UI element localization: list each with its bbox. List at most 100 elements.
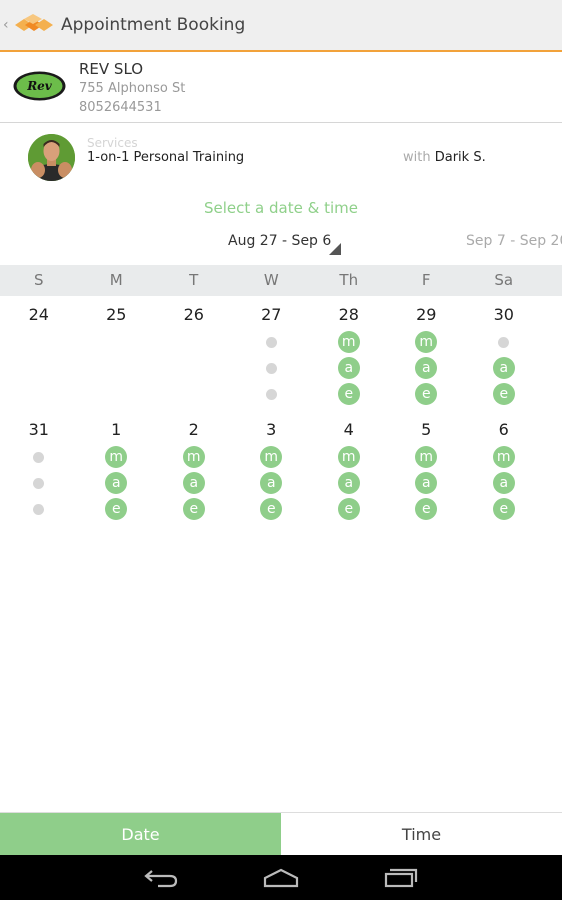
day-number: 28: [338, 305, 359, 324]
day-number: 1: [111, 420, 122, 439]
up-chevron-icon[interactable]: ‹: [3, 18, 15, 32]
day-number: 4: [343, 420, 354, 439]
day-number: 29: [416, 305, 437, 324]
service-info: Services 1-on-1 Personal Training with D…: [0, 124, 562, 190]
available-slot-badge[interactable]: m: [337, 331, 360, 353]
services-caption: Services: [87, 136, 138, 150]
calendar-day[interactable]: 5 mae: [388, 415, 466, 520]
available-slot-badge[interactable]: e: [182, 498, 205, 520]
unavailable-slot-dot: [28, 472, 50, 494]
tab-time[interactable]: Time: [281, 813, 562, 855]
calendar-day[interactable]: 2 mae: [155, 415, 233, 520]
calendar-day[interactable]: 26: [155, 300, 233, 405]
day-number: 26: [183, 305, 204, 324]
bottom-tabs: Date Time: [0, 812, 562, 855]
select-date-prompt: Select a date & time: [204, 199, 358, 217]
available-slot-badge[interactable]: a: [415, 472, 438, 494]
available-slot-badge[interactable]: a: [337, 472, 360, 494]
day-number: 27: [261, 305, 282, 324]
trainer-line[interactable]: with Darik S.: [403, 150, 486, 165]
available-slot-badge[interactable]: e: [260, 498, 283, 520]
next-week-range[interactable]: Sep 7 - Sep 20: [466, 233, 562, 249]
day-number: 2: [188, 420, 199, 439]
back-icon[interactable]: [101, 855, 221, 900]
with-label: with: [403, 150, 431, 165]
business-logo-text: Rev: [26, 79, 53, 93]
day-number: 5: [421, 420, 432, 439]
recents-icon[interactable]: [341, 855, 461, 900]
business-name: REV SLO: [79, 60, 144, 78]
weekday-fri: F: [421, 271, 431, 289]
calendar-day[interactable]: 31: [0, 415, 78, 520]
available-slot-badge[interactable]: m: [415, 331, 438, 353]
available-slot-badge[interactable]: a: [492, 357, 515, 379]
current-week-range[interactable]: Aug 27 - Sep 6: [228, 233, 331, 249]
available-slot-badge[interactable]: e: [337, 498, 360, 520]
business-logo: Rev: [13, 70, 66, 102]
available-slot-badge[interactable]: a: [492, 472, 515, 494]
business-info: Rev REV SLO 755 Alphonso St 8052644531: [0, 52, 562, 123]
available-slot-badge[interactable]: e: [337, 383, 360, 405]
booking-screen: ‹ Appointment Booking Rev REV SLO 755 Al…: [0, 0, 562, 900]
weekday-tue: T: [189, 271, 199, 289]
weekday-mon: M: [109, 271, 123, 289]
weekday-sun: S: [33, 271, 44, 289]
available-slot-badge[interactable]: m: [260, 446, 283, 468]
day-number: 3: [266, 420, 277, 439]
unavailable-slot-dot: [493, 331, 515, 353]
available-slot-badge[interactable]: m: [415, 446, 438, 468]
available-slot-badge[interactable]: e: [415, 498, 438, 520]
action-bar: ‹ Appointment Booking: [0, 0, 562, 52]
available-slot-badge[interactable]: a: [105, 472, 128, 494]
calendar-week: 31 1 m a e 2 m a e 3 m a e 4 m a e 5 m a e 6 m a e: [0, 415, 562, 520]
service-name[interactable]: 1-on-1 Personal Training: [87, 150, 244, 165]
available-slot-badge[interactable]: m: [182, 446, 205, 468]
available-slot-badge[interactable]: a: [182, 472, 205, 494]
day-number: 25: [106, 305, 127, 324]
available-slot-badge[interactable]: m: [492, 446, 515, 468]
available-slot-badge[interactable]: e: [415, 383, 438, 405]
calendar-day[interactable]: 25: [78, 300, 156, 405]
calendar-week: 24 25 26 27 28 m a e 29 m a e 30 a e: [0, 300, 562, 405]
available-slot-badge[interactable]: a: [337, 357, 360, 379]
calendar-day[interactable]: 24: [0, 300, 78, 405]
calendar-day[interactable]: 3 mae: [233, 415, 311, 520]
unavailable-slot-dot: [260, 383, 282, 405]
business-address: 755 Alphonso St: [79, 81, 186, 96]
calendar-day[interactable]: 30 a e: [465, 300, 543, 405]
app-title: Appointment Booking: [61, 15, 246, 35]
day-number: 31: [28, 420, 49, 439]
available-slot-badge[interactable]: e: [492, 383, 515, 405]
available-slot-badge[interactable]: e: [492, 498, 515, 520]
trainer-name: Darik S.: [434, 150, 486, 165]
weekday-wed: W: [263, 271, 279, 289]
available-slot-badge[interactable]: a: [260, 472, 283, 494]
tab-date[interactable]: Date: [0, 813, 281, 855]
calendar-day[interactable]: 4 mae: [310, 415, 388, 520]
available-slot-badge[interactable]: m: [337, 446, 360, 468]
calendar-day[interactable]: 27: [233, 300, 311, 405]
calendar-day[interactable]: 6 mae: [465, 415, 543, 520]
calendar-day[interactable]: 1 mae: [78, 415, 156, 520]
day-number: 30: [493, 305, 514, 324]
home-icon[interactable]: [221, 855, 341, 900]
business-phone[interactable]: 8052644531: [79, 100, 162, 115]
unavailable-slot-dot: [260, 357, 282, 379]
day-number: 6: [498, 420, 509, 439]
system-nav-bar: [0, 855, 562, 900]
trainer-avatar: [28, 134, 75, 181]
week-dropdown-icon[interactable]: [329, 243, 341, 255]
unavailable-slot-dot: [28, 446, 50, 468]
weekday-thu: Th: [339, 271, 359, 289]
unavailable-slot-dot: [28, 498, 50, 520]
calendar-day[interactable]: 29 m a e: [388, 300, 466, 405]
available-slot-badge[interactable]: e: [105, 498, 128, 520]
app-logo-icon[interactable]: [15, 13, 53, 37]
day-number: 24: [28, 305, 49, 324]
available-slot-badge[interactable]: a: [415, 357, 438, 379]
calendar-day[interactable]: 28 m a e: [310, 300, 388, 405]
unavailable-slot-dot: [260, 331, 282, 353]
weekday-header: S M T W Th F Sa: [0, 265, 562, 296]
weekday-sat: Sa: [494, 271, 514, 289]
available-slot-badge[interactable]: m: [105, 446, 128, 468]
